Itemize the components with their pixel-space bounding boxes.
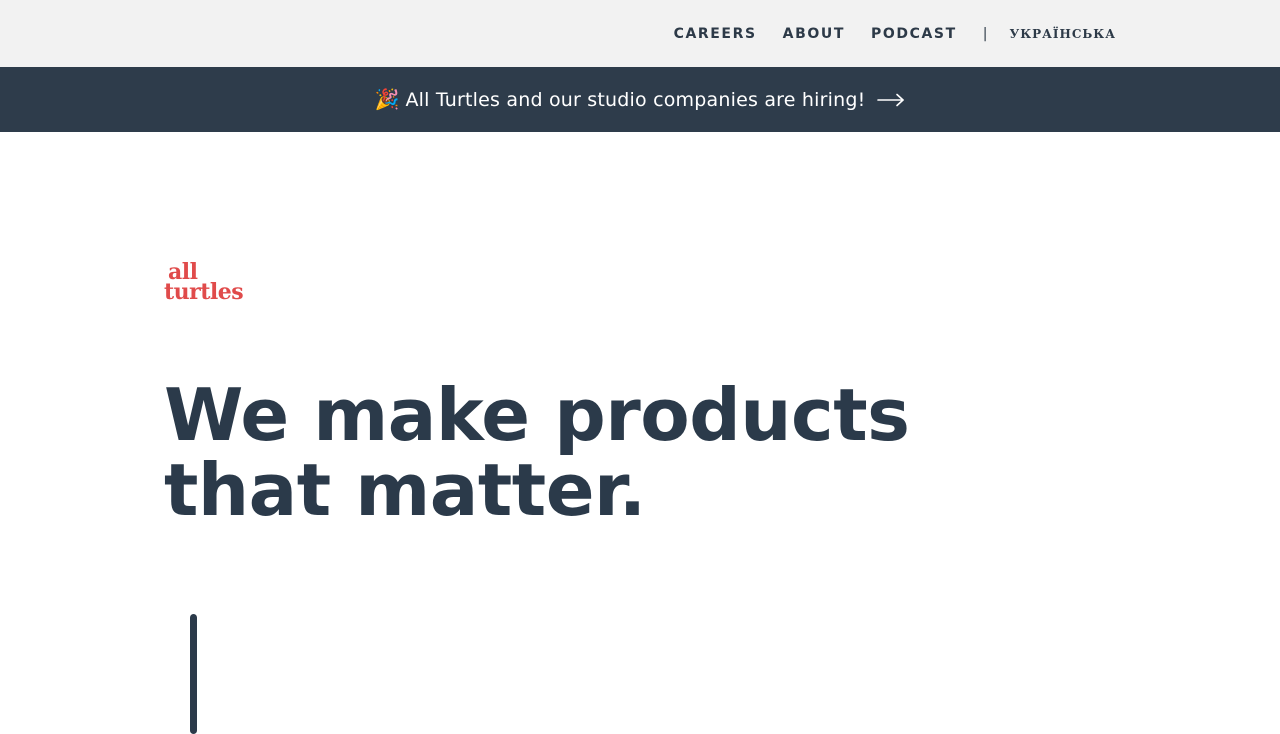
nav-link-about[interactable]: ABOUT — [783, 26, 845, 42]
all-turtles-logo[interactable]: all turtles — [164, 261, 256, 306]
party-popper-icon: 🎉 — [374, 88, 400, 111]
logo-text-turtles: turtles — [164, 279, 244, 305]
hiring-banner-text: All Turtles and our studio companies are… — [405, 88, 866, 111]
nav-links: CAREERS ABOUT PODCAST | УКРАЇНСЬКА — [674, 0, 1116, 67]
hero-headline-line1: We make products — [164, 373, 910, 457]
nav-link-podcast[interactable]: PODCAST — [871, 26, 957, 42]
hiring-banner[interactable]: 🎉 All Turtles and our studio companies a… — [0, 67, 1280, 132]
language-switch-link[interactable]: УКРАЇНСЬКА — [1009, 27, 1116, 41]
arrow-right-icon — [877, 93, 905, 107]
decorative-vertical-line — [190, 614, 197, 734]
nav-separator: | — [982, 25, 988, 42]
hero-headline: We make products that matter. — [164, 378, 964, 528]
top-navigation: CAREERS ABOUT PODCAST | УКРАЇНСЬКА — [0, 0, 1280, 67]
hero-headline-line2: that matter. — [164, 448, 646, 532]
nav-link-careers[interactable]: CAREERS — [674, 26, 757, 42]
